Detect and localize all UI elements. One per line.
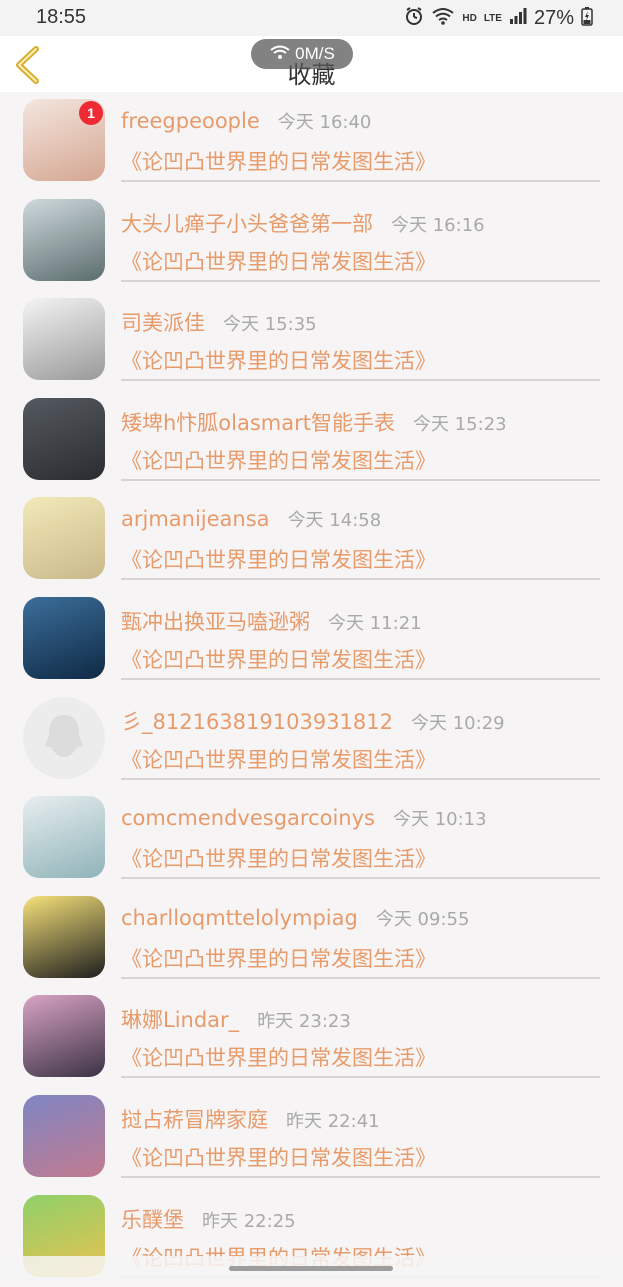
signal-icon [509,7,527,29]
divider [121,877,600,880]
list-item[interactable]: comcmendvesgarcoinys 今天 10:13 《论凹凸世界里的日常发图… [0,789,623,889]
avatar[interactable] [23,198,105,281]
wifi-small-icon [269,44,291,65]
name-line: 乐醭堡 昨天 22:25 [121,1204,296,1234]
divider [121,1175,600,1178]
username[interactable]: 乐醭堡 [121,1204,184,1234]
username[interactable]: 彡_812163819103931812 [121,706,393,736]
post-title[interactable]: 《论凹凸世界里的日常发图生活》 [121,445,436,475]
timestamp: 今天 15:23 [413,413,507,435]
timestamp: 昨天 22:41 [286,1110,380,1132]
divider [121,777,600,780]
post-title[interactable]: 《论凹凸世界里的日常发图生活》 [121,744,436,774]
username[interactable]: 琳娜Lindar_ [121,1004,239,1034]
status-time: 18:55 [36,6,87,28]
name-line: freegpeoople 今天 16:40 [121,108,371,134]
timestamp: 今天 14:58 [287,510,382,532]
post-title[interactable]: 《论凹凸世界里的日常发图生活》 [121,644,436,674]
alarm-icon [404,6,424,30]
name-line: 司美派佳 今天 15:35 [121,307,317,337]
list-item[interactable]: 琳娜Lindar_ 昨天 23:23 《论凹凸世界里的日常发图生活》 [0,988,623,1088]
home-indicator[interactable] [229,1266,393,1271]
username[interactable]: charlloqmttelolympiag [121,906,358,930]
status-bar: 18:55 HD LTE 27% [0,0,623,36]
timestamp: 今天 10:29 [411,712,505,734]
avatar[interactable] [23,397,105,480]
post-title[interactable]: 《论凹凸世界里的日常发图生活》 [121,345,436,375]
name-line: 琳娜Lindar_ 昨天 23:23 [121,1004,351,1034]
timestamp: 今天 10:13 [392,809,487,831]
list-item[interactable]: arjmanijeansa 今天 14:58 《论凹凸世界里的日常发图生活》 [0,490,623,590]
notification-badge: 1 [79,101,103,125]
divider [121,1076,600,1079]
username[interactable]: 矮埤h忭胍olasmart智能手表 [121,407,395,437]
avatar[interactable] [23,298,105,381]
list-item[interactable]: 大头儿瘅子小头爸爸第一部 今天 16:16 《论凹凸世界里的日常发图生活》 [0,192,623,292]
name-line: comcmendvesgarcoinys 今天 10:13 [121,805,487,831]
username[interactable]: 挝占菥冒牌家庭 [121,1104,268,1134]
divider [121,578,600,581]
hd-label: HD [462,12,477,24]
post-title[interactable]: 《论凹凸世界里的日常发图生活》 [121,544,436,574]
name-line: 矮埤h忭胍olasmart智能手表 今天 15:23 [121,407,507,437]
list-item[interactable]: 矮埤h忭胍olasmart智能手表 今天 15:23 《论凹凸世界里的日常发图生活》 [0,391,623,491]
avatar[interactable] [23,596,105,679]
post-title[interactable]: 《论凹凸世界里的日常发图生活》 [121,843,436,873]
avatar[interactable] [23,796,105,879]
network-speed-pill: 0M/S [251,39,353,69]
list-item[interactable]: charlloqmttelolympiag 今天 09:55 《论凹凸世界里的日常发… [0,889,623,989]
username[interactable]: 大头儿瘅子小头爸爸第一部 [121,208,373,238]
divider [121,180,600,182]
post-title[interactable]: 《论凹凸世界里的日常发图生活》 [121,1142,436,1172]
lte-label: LTE [483,12,502,24]
list-item[interactable]: 甄冲出换亚马嗑逊粥 今天 11:21 《论凹凸世界里的日常发图生活》 [0,590,623,690]
timestamp: 今天 15:35 [223,314,317,336]
divider [121,379,600,382]
post-title[interactable]: 《论凹凸世界里的日常发图生活》 [121,943,436,973]
username[interactable]: comcmendvesgarcoinys [121,806,375,830]
timestamp: 今天 09:55 [375,908,470,930]
list-item[interactable]: 挝占菥冒牌家庭 昨天 22:41 《论凹凸世界里的日常发图生活》 [0,1088,623,1188]
network-speed-text: 0M/S [295,44,335,63]
post-title[interactable]: 《论凹凸世界里的日常发图生活》 [121,146,436,176]
avatar[interactable] [23,497,105,580]
username[interactable]: 甄冲出换亚马嗑逊粥 [121,606,310,636]
name-line: 大头儿瘅子小头爸爸第一部 今天 16:16 [121,208,485,238]
username[interactable]: arjmanijeansa [121,507,270,531]
name-line: arjmanijeansa 今天 14:58 [121,506,381,532]
username[interactable]: 司美派佳 [121,307,205,337]
name-line: 彡_812163819103931812 今天 10:29 [121,706,505,736]
divider [121,976,600,979]
divider [121,677,600,680]
timestamp: 今天 16:40 [277,112,372,133]
post-title[interactable]: 《论凹凸世界里的日常发图生活》 [121,246,436,276]
avatar[interactable] [23,1094,105,1177]
favorites-list: 1 freegpeoople 今天 16:40 《论凹凸世界里的日常发图生活》 大头儿瘅… [0,92,623,1287]
battery-icon [581,6,593,30]
timestamp: 今天 11:21 [328,612,422,634]
name-line: 甄冲出换亚马嗑逊粥 今天 11:21 [121,606,422,636]
status-icons: HD LTE 27% [404,5,593,31]
divider [121,279,600,282]
avatar[interactable] [23,895,105,978]
list-item[interactable]: 彡_812163819103931812 今天 10:29 《论凹凸世界里的日常发图… [0,690,623,790]
timestamp: 今天 16:16 [391,214,485,236]
timestamp: 昨天 22:25 [202,1210,296,1232]
timestamp: 昨天 23:23 [257,1011,351,1033]
post-title[interactable]: 《论凹凸世界里的日常发图生活》 [121,1042,436,1072]
list-item[interactable]: 司美派佳 今天 15:35 《论凹凸世界里的日常发图生活》 [0,291,623,391]
default-avatar[interactable] [23,696,105,779]
user-silhouette-icon [45,714,83,757]
battery-percent: 27% [533,6,574,29]
divider [121,478,600,481]
list-item[interactable]: 1 freegpeoople 今天 16:40 《论凹凸世界里的日常发图生活》 [0,92,623,192]
avatar[interactable] [23,995,105,1078]
name-line: 挝占菥冒牌家庭 昨天 22:41 [121,1104,380,1134]
name-line: charlloqmttelolympiag 今天 09:55 [121,905,469,931]
username[interactable]: freegpeoople [121,109,260,133]
wifi-icon [431,6,455,30]
